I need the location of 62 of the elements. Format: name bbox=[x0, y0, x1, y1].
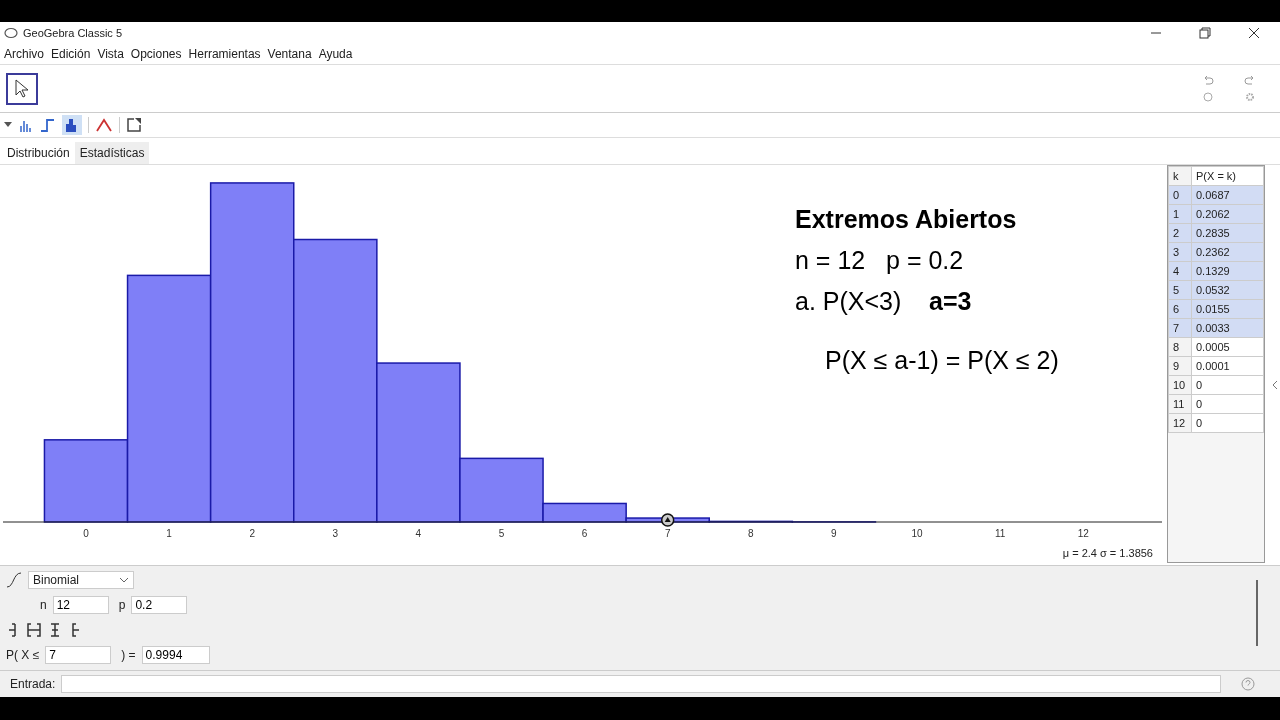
bound-field[interactable]: 7 bbox=[45, 645, 112, 664]
app-logo-icon bbox=[4, 27, 18, 39]
axis-tick-label: 10 bbox=[911, 528, 923, 539]
restore-icon[interactable] bbox=[1199, 27, 1211, 39]
axis-tick-label: 3 bbox=[332, 528, 339, 539]
axis-tick-label: 11 bbox=[994, 528, 1006, 539]
cursor-icon bbox=[14, 78, 30, 99]
step-graph-icon[interactable] bbox=[40, 117, 56, 133]
dropdown-arrow-icon[interactable] bbox=[4, 122, 12, 128]
caret-icon bbox=[119, 576, 129, 583]
normal-curve-icon[interactable] bbox=[95, 117, 113, 133]
export-icon[interactable] bbox=[126, 117, 142, 133]
table-cell: 0 bbox=[1191, 375, 1264, 395]
annotation-text: P(X ≤ a-1) = P(X ≤ 2) bbox=[825, 346, 1059, 375]
parameter-label: n bbox=[40, 597, 47, 612]
window-title: GeoGebra Classic 5 bbox=[23, 27, 123, 39]
annotation-text: n = 12 p = 0.2 bbox=[795, 246, 965, 275]
axis-tick-label: 12 bbox=[1077, 528, 1089, 539]
redo-icon[interactable] bbox=[1244, 75, 1256, 86]
parameter-field[interactable]: 12 bbox=[52, 595, 109, 614]
menu-item[interactable]: Vista bbox=[97, 47, 124, 61]
two-tailed-icon[interactable] bbox=[48, 621, 62, 638]
axis-tick-label: 1 bbox=[166, 528, 172, 539]
annotation-text: Extremos Abiertos bbox=[795, 205, 1018, 234]
axis-tick-label: 6 bbox=[581, 528, 588, 539]
distribution-dropdown[interactable]: Binomial bbox=[28, 570, 134, 589]
axis-tick-label: 8 bbox=[748, 528, 754, 539]
result-field[interactable]: 0.9994 bbox=[141, 645, 210, 664]
axis-tick-label: 9 bbox=[831, 528, 837, 539]
table-cell: 0.0001 bbox=[1191, 356, 1264, 376]
table-cell: 0.0005 bbox=[1191, 337, 1264, 357]
menu-item[interactable]: Edición bbox=[51, 47, 91, 61]
menu-item[interactable]: Opciones bbox=[130, 47, 182, 61]
table-cell: 0 bbox=[1191, 394, 1264, 414]
histogram-icon[interactable] bbox=[62, 115, 82, 135]
menu-item[interactable]: Ventana bbox=[267, 47, 312, 61]
undo-icon[interactable] bbox=[1202, 75, 1214, 86]
axis-tick-label: 0 bbox=[83, 528, 89, 539]
input-field[interactable] bbox=[61, 675, 1222, 693]
axis-tick-label: 4 bbox=[415, 528, 422, 539]
annotation-text: a. P(X<3) a=3 bbox=[795, 287, 973, 316]
parameter-label: p bbox=[118, 597, 126, 612]
point-marker-icon[interactable] bbox=[660, 513, 675, 527]
menu-item[interactable]: Archivo bbox=[4, 47, 44, 61]
table-cell: 0 bbox=[1191, 413, 1264, 433]
menu-item[interactable]: Herramientas bbox=[188, 47, 261, 61]
input-label: Entrada: bbox=[10, 677, 56, 691]
cumulative-curve-icon[interactable] bbox=[6, 571, 22, 588]
tab[interactable]: Estadísticas bbox=[74, 142, 150, 164]
parameter-field[interactable]: 0.2 bbox=[131, 595, 188, 614]
move-tool-button[interactable] bbox=[6, 72, 38, 105]
axis-tick-label: 2 bbox=[249, 528, 255, 539]
axis-tick-label: 7 bbox=[664, 528, 671, 539]
interval-icon[interactable] bbox=[26, 621, 42, 638]
axis-tick-label: 5 bbox=[498, 528, 505, 539]
menu-item[interactable]: Ayuda bbox=[318, 47, 353, 61]
equals-label: ) = bbox=[121, 647, 136, 662]
column-header: P(X = k) bbox=[1191, 166, 1264, 186]
probability-label: P( X ≤ bbox=[6, 647, 40, 662]
stats-text: μ = 2.4 σ = 1.3856 bbox=[1062, 547, 1153, 559]
close-icon[interactable] bbox=[1248, 27, 1260, 39]
column-header: k bbox=[1168, 166, 1192, 186]
